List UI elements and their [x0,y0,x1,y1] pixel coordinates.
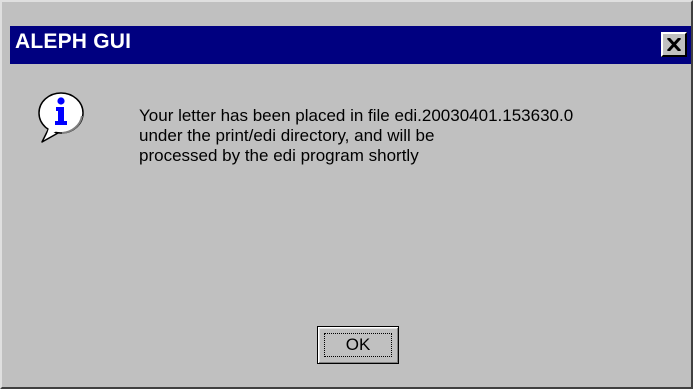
dialog-title: ALEPH GUI [15,30,132,53]
information-icon [38,92,84,143]
message-line: processed by the edi program shortly [139,146,419,165]
ok-button-label: OK [345,335,371,354]
title-bar[interactable]: ALEPH GUI [10,26,691,64]
message-line: Your letter has been placed in file edi.… [139,106,574,125]
close-icon [667,38,681,51]
close-button[interactable] [661,32,687,57]
message-dialog: ALEPH GUI Your letter has been placed in… [0,0,693,389]
message-text: Your letter has been placed in file edi.… [139,106,689,166]
message-line: under the print/edi directory, and will … [139,126,435,145]
ok-button[interactable]: OK [317,326,399,364]
